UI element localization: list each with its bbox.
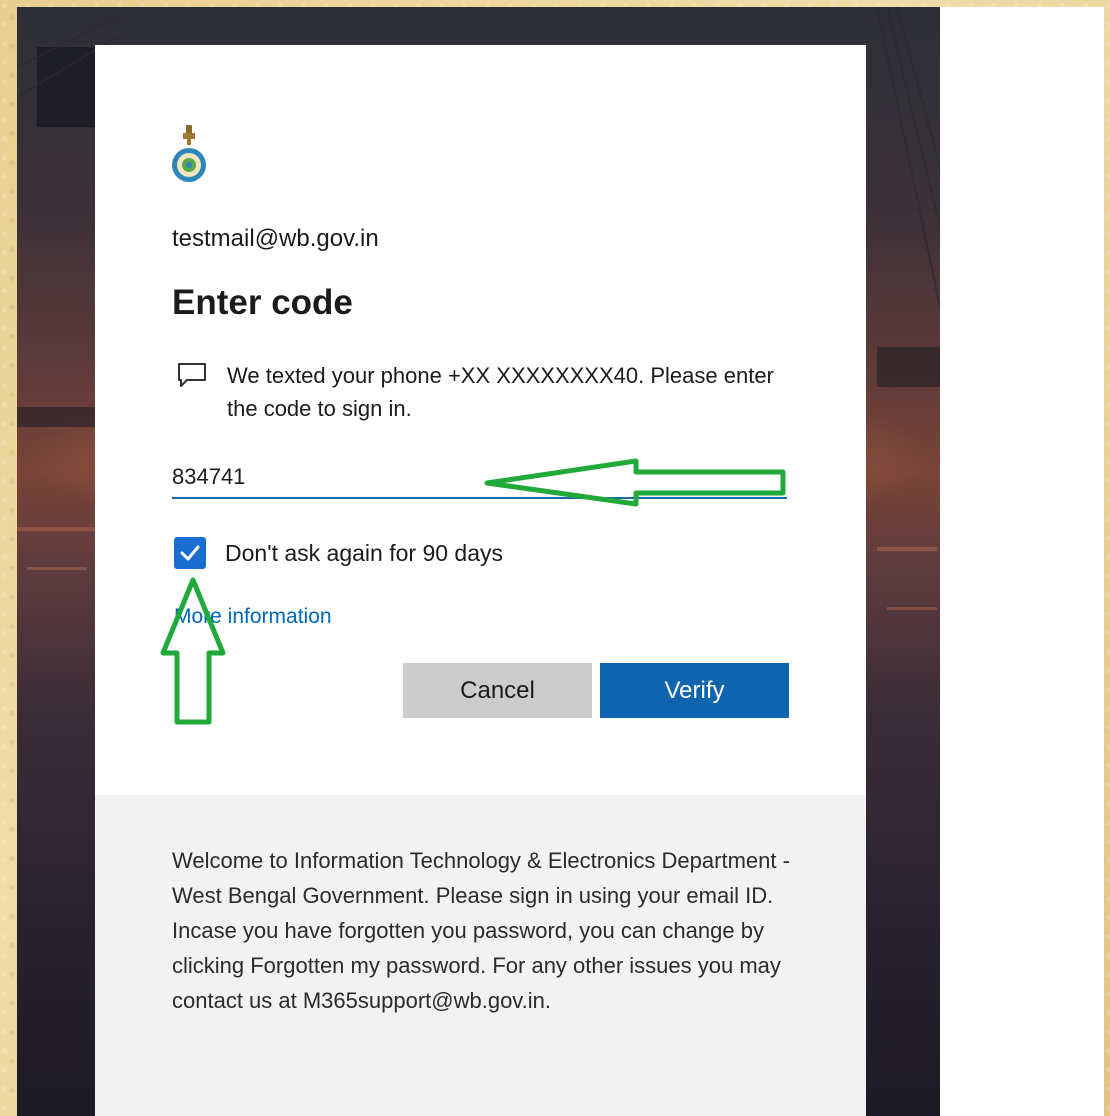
remember-label: Don't ask again for 90 days bbox=[225, 539, 503, 566]
remember-checkbox[interactable] bbox=[174, 537, 206, 569]
more-information-link[interactable]: More information bbox=[174, 605, 332, 629]
west-bengal-emblem-icon bbox=[172, 125, 206, 182]
chat-bubble-icon bbox=[178, 363, 206, 387]
cancel-button[interactable]: Cancel bbox=[403, 663, 592, 718]
code-input[interactable] bbox=[172, 457, 787, 499]
verify-button[interactable]: Verify bbox=[600, 663, 789, 718]
account-email: testmail@wb.gov.in bbox=[172, 225, 379, 252]
checkmark-icon bbox=[180, 545, 200, 561]
info-footer: Welcome to Information Technology & Elec… bbox=[95, 795, 866, 1116]
right-blank-pane bbox=[940, 7, 1104, 1116]
page-title: Enter code bbox=[172, 283, 353, 322]
sms-message-text: We texted your phone +XX XXXXXXXX40. Ple… bbox=[227, 363, 774, 421]
remember-option[interactable]: Don't ask again for 90 days bbox=[174, 537, 503, 569]
footer-message: Welcome to Information Technology & Elec… bbox=[172, 848, 790, 1013]
sms-message: We texted your phone +XX XXXXXXXX40. Ple… bbox=[177, 359, 807, 425]
sign-in-card: testmail@wb.gov.in Enter code We texted … bbox=[95, 45, 866, 795]
